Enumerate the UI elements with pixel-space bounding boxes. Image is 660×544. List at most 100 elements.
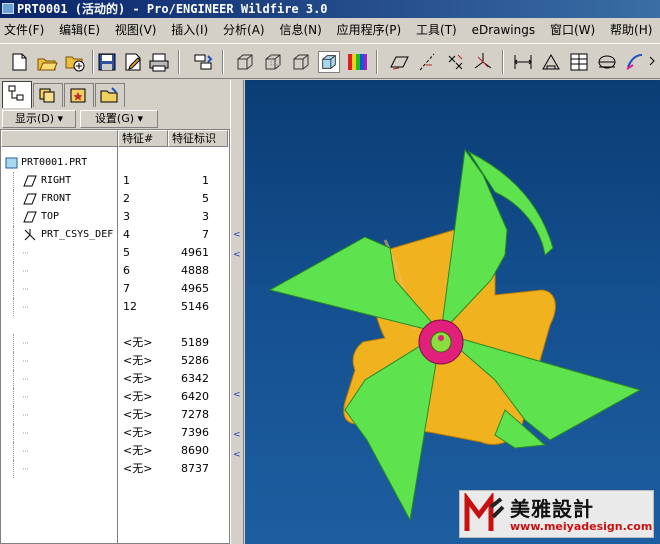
app-icon xyxy=(2,3,14,14)
menu-help[interactable]: 帮助(H) xyxy=(606,19,656,41)
measure-icon[interactable] xyxy=(512,51,534,73)
collapse-left-icon[interactable]: < xyxy=(233,230,241,240)
shading-icon[interactable] xyxy=(318,51,340,73)
navigator-tabs xyxy=(0,80,230,108)
tree-row[interactable]: 12 5146 xyxy=(1,298,229,316)
pinwheel-model[interactable] xyxy=(245,80,660,544)
tree-row[interactable]: <无> 8690 xyxy=(1,442,229,460)
feature-name: RIGHT xyxy=(41,175,72,186)
folder-icon xyxy=(100,87,118,103)
collapse-left-icon-4[interactable]: < xyxy=(233,430,241,440)
tree-row[interactable]: <无> 6420 xyxy=(1,388,229,406)
tree-connector xyxy=(13,190,14,208)
show-dropdown[interactable]: 显示(D) ▾ xyxy=(2,110,76,128)
tree-connector xyxy=(13,370,14,388)
feature-number: <无> xyxy=(123,426,153,439)
tree-row[interactable]: TOP 3 3 xyxy=(1,208,229,226)
feature-name: FRONT xyxy=(41,193,72,204)
feature-number: <无> xyxy=(123,444,153,457)
tree-row[interactable]: <无> 6342 xyxy=(1,370,229,388)
graphics-viewport[interactable] xyxy=(245,80,660,544)
no-hidden-icon[interactable] xyxy=(290,51,312,73)
favorites-tab[interactable] xyxy=(64,83,94,107)
tree-row[interactable]: <无> 8737 xyxy=(1,460,229,478)
sketch-icon[interactable] xyxy=(540,51,562,73)
menu-applications[interactable]: 应用程序(P) xyxy=(333,19,406,41)
feature-id: 8690 xyxy=(181,444,209,457)
tree-row[interactable]: 5 4961 xyxy=(1,244,229,262)
tree-row[interactable]: <无> 5189 xyxy=(1,334,229,352)
datum-axis-icon[interactable] xyxy=(416,51,438,73)
new-file-icon[interactable] xyxy=(8,51,30,73)
datum-point-icon[interactable] xyxy=(444,51,466,73)
model-tree-tab[interactable] xyxy=(2,81,32,108)
tree-row[interactable]: RIGHT 1 1 xyxy=(1,172,229,190)
toolbar-overflow-icon[interactable] xyxy=(648,51,658,73)
tree-row[interactable]: 6 4888 xyxy=(1,262,229,280)
coordsys-icon[interactable] xyxy=(472,51,494,73)
feature-number: 12 xyxy=(123,300,137,313)
tree-row[interactable]: <无> 7396 xyxy=(1,424,229,442)
menu-window[interactable]: 窗口(W) xyxy=(546,19,599,41)
feature-icon xyxy=(23,432,29,434)
settings-dropdown[interactable]: 设置(G) ▾ xyxy=(80,110,158,128)
print-icon[interactable] xyxy=(148,51,170,73)
tree-connector xyxy=(13,226,14,244)
feature-icon xyxy=(23,306,29,308)
view-icon[interactable] xyxy=(596,51,618,73)
part-icon xyxy=(5,157,18,169)
col-name[interactable] xyxy=(1,130,118,147)
hidden-line-icon[interactable] xyxy=(262,51,284,73)
favorites-icon xyxy=(70,88,86,103)
layer-tree-tab[interactable] xyxy=(33,83,63,107)
feature-number: 4 xyxy=(123,228,130,241)
menu-view[interactable]: 视图(V) xyxy=(111,19,161,41)
feature-icon xyxy=(23,414,29,416)
tree-root[interactable]: PRT0001.PRT xyxy=(1,154,229,172)
tree-connector xyxy=(13,208,14,226)
logo-mark-icon xyxy=(464,493,505,531)
collapse-left-icon-3[interactable]: < xyxy=(233,390,241,400)
edit-icon[interactable] xyxy=(122,51,144,73)
collapse-left-icon-5[interactable]: < xyxy=(233,450,241,460)
watermark-url: www.meiyadesign.com xyxy=(510,520,653,533)
menu-edrawings[interactable]: eDrawings xyxy=(468,19,540,41)
color-icon[interactable] xyxy=(346,51,368,73)
tree-row[interactable]: FRONT 2 5 xyxy=(1,190,229,208)
wireframe-icon[interactable] xyxy=(234,51,256,73)
feature-id: 4961 xyxy=(181,246,209,259)
col-feature-id[interactable]: 特征标识 xyxy=(168,130,228,147)
pane-splitter[interactable]: < < < < < xyxy=(230,80,244,544)
tree-connector xyxy=(13,280,14,298)
feature-id: 4888 xyxy=(181,264,209,277)
folder-tab[interactable] xyxy=(95,83,125,107)
menu-file[interactable]: 文件(F) xyxy=(0,19,48,41)
tree-row[interactable]: 7 4965 xyxy=(1,280,229,298)
tree-row[interactable]: <无> 7278 xyxy=(1,406,229,424)
model-tree: 特征# 特征标识 PRT0001.PRT RIGHT 1 1 FRONT 2 5 TOP 3 3 P… xyxy=(0,129,230,544)
col-feature-num[interactable]: 特征# xyxy=(118,130,168,147)
datum-plane-icon xyxy=(23,211,37,223)
feature-icon xyxy=(23,252,29,254)
render-icon[interactable] xyxy=(624,51,646,73)
tree-row[interactable]: PRT_CSYS_DEF 4 7 xyxy=(1,226,229,244)
menu-insert[interactable]: 插入(I) xyxy=(167,19,212,41)
datum-plane-icon[interactable] xyxy=(388,51,410,73)
watermark-logo: 美雅設計 www.meiyadesign.com xyxy=(459,490,654,538)
feature-icon xyxy=(23,270,29,272)
feature-id: 3 xyxy=(202,210,209,223)
menu-edit[interactable]: 编辑(E) xyxy=(55,19,104,41)
tree-row[interactable]: <无> 5286 xyxy=(1,352,229,370)
regenerate-icon[interactable] xyxy=(192,51,214,73)
feature-id: 5189 xyxy=(181,336,209,349)
tree-connector xyxy=(13,298,14,316)
open-file-icon[interactable] xyxy=(36,51,58,73)
open-session-icon[interactable] xyxy=(64,51,86,73)
table-icon[interactable] xyxy=(568,51,590,73)
title-bar[interactable]: PRT0001 (活动的) - Pro/ENGINEER Wildfire 3.… xyxy=(0,0,660,18)
menu-info[interactable]: 信息(N) xyxy=(275,19,325,41)
menu-tools[interactable]: 工具(T) xyxy=(412,19,461,41)
collapse-left-icon-2[interactable]: < xyxy=(233,250,241,260)
menu-analysis[interactable]: 分析(A) xyxy=(219,19,269,41)
save-icon[interactable] xyxy=(96,51,118,73)
